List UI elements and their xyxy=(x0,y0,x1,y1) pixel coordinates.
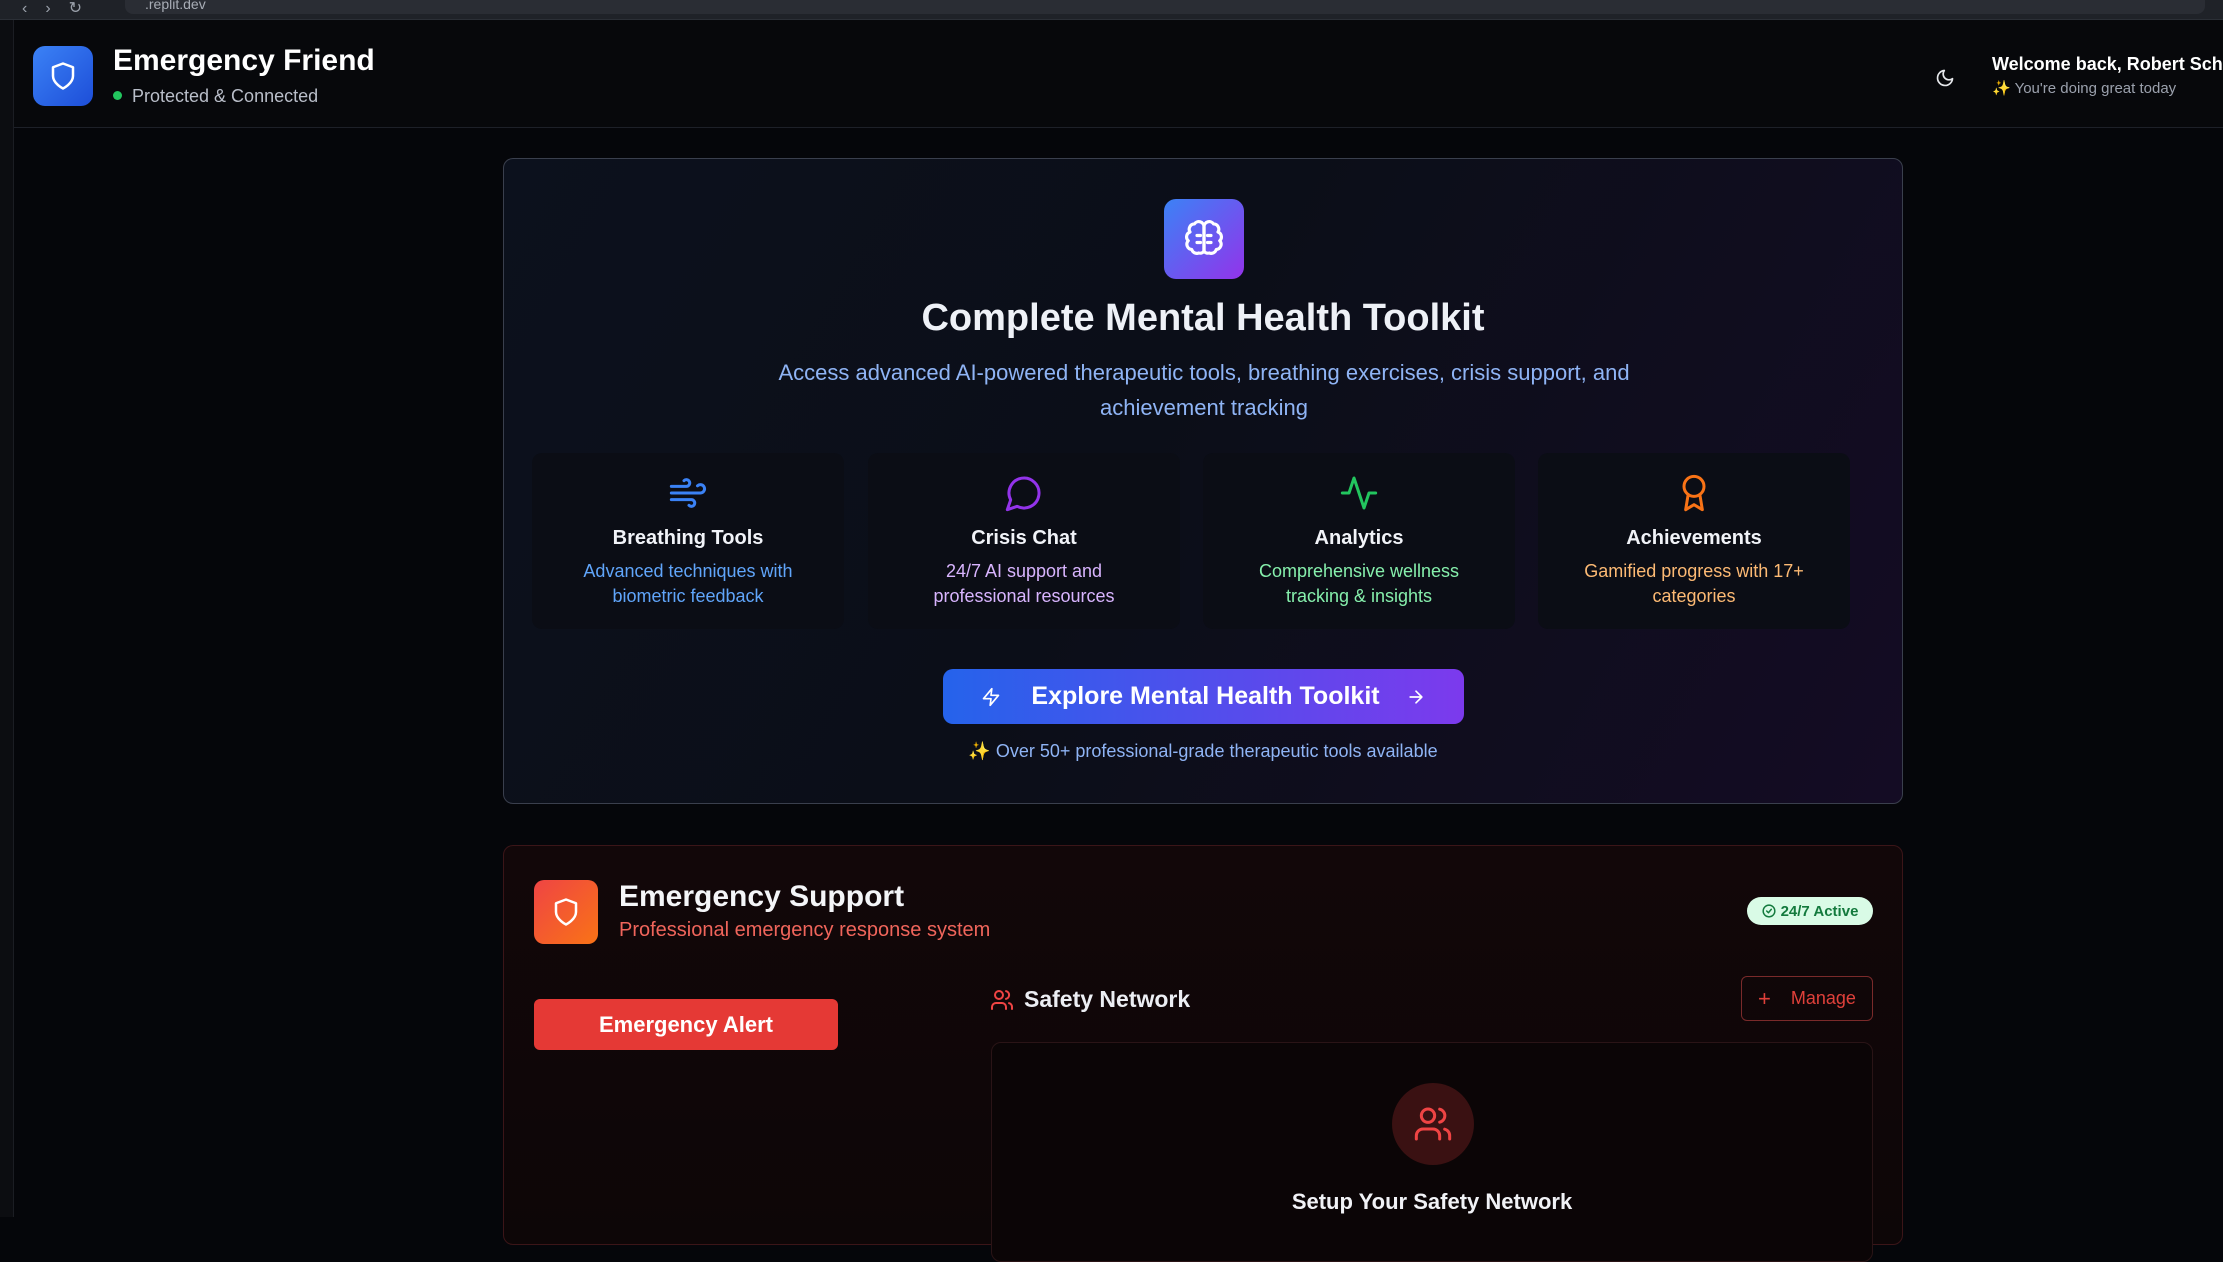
app-title: Emergency Friend xyxy=(113,44,375,77)
status-badge: 24/7 Active xyxy=(1747,897,1873,925)
feature-card-breathing[interactable]: Breathing Tools Advanced techniques with… xyxy=(532,453,844,629)
zap-icon xyxy=(983,687,1000,706)
feature-desc: Advanced techniques with biometric feedb… xyxy=(583,561,793,606)
users-icon xyxy=(991,989,1014,1010)
browser-toolbar: ‹›↻ .replit.dev xyxy=(0,0,2223,20)
explore-button-label: Explore Mental Health Toolkit xyxy=(1031,682,1380,710)
shield-logo-icon xyxy=(33,46,93,106)
feature-card-crisis-chat[interactable]: Crisis Chat 24/7 AI support and professi… xyxy=(868,453,1180,629)
safety-network-heading: Safety Network xyxy=(990,986,1190,1013)
tools-count-note: ✨ Over 50+ professional-grade therapeuti… xyxy=(968,741,1438,761)
status-dot-icon xyxy=(113,90,122,100)
emergency-support-card: Emergency Support Professional emergency… xyxy=(503,845,1903,1262)
feature-card-analytics[interactable]: Analytics Comprehensive wellness trackin… xyxy=(1203,453,1515,629)
moon-icon xyxy=(1936,69,1954,87)
theme-toggle-button[interactable] xyxy=(1927,60,1963,96)
feature-desc: 24/7 AI support and professional resourc… xyxy=(933,561,1115,606)
emergency-alert-button[interactable]: Emergency Alert xyxy=(534,999,838,1050)
check-circle-icon xyxy=(1762,904,1776,918)
activity-icon xyxy=(1340,476,1378,510)
explore-toolkit-button[interactable]: Explore Mental Health Toolkit xyxy=(943,669,1464,724)
address-bar[interactable]: .replit.dev xyxy=(125,0,2205,14)
toolkit-card: Complete Mental Health Toolkit Access ad… xyxy=(503,158,1903,804)
emergency-subtitle: Professional emergency response system xyxy=(619,919,991,941)
feature-desc: Gamified progress with 17+ categories xyxy=(1584,561,1804,606)
plus-icon: + xyxy=(1758,985,1771,1011)
badge-label: 24/7 Active xyxy=(1780,902,1859,920)
welcome-text: Welcome back, Robert Schuelk xyxy=(1992,54,2223,74)
connection-status: Protected & Connected xyxy=(113,86,318,107)
browser-nav-icons[interactable]: ‹›↻ xyxy=(22,0,100,18)
setup-network-title: Setup Your Safety Network xyxy=(1291,1189,1573,1214)
toolkit-description: Access advanced AI-powered therapeutic t… xyxy=(778,360,1630,420)
manage-label: Manage xyxy=(1790,988,1856,1008)
side-rail xyxy=(0,20,14,1217)
feature-title: Achievements xyxy=(1626,527,1762,549)
feature-card-achievements[interactable]: Achievements Gamified progress with 17+ … xyxy=(1538,453,1850,629)
toolkit-title: Complete Mental Health Toolkit xyxy=(921,297,1485,339)
safety-network-title: Safety Network xyxy=(1024,986,1191,1012)
arrow-right-icon xyxy=(1408,689,1423,704)
brain-icon xyxy=(1164,199,1244,279)
shield-icon xyxy=(534,880,598,944)
message-circle-icon xyxy=(1005,476,1041,512)
safety-network-empty-card: Setup Your Safety Network xyxy=(991,1042,1873,1262)
feature-title: Analytics xyxy=(1314,527,1404,549)
app-header: Emergency Friend Protected & Connected W… xyxy=(14,20,2223,128)
welcome-subtext: ✨ You're doing great today xyxy=(1992,80,2177,97)
emergency-title: Emergency Support xyxy=(619,880,905,913)
award-icon xyxy=(1682,474,1706,512)
feature-desc: Comprehensive wellness tracking & insigh… xyxy=(1258,561,1460,606)
users-icon xyxy=(1392,1083,1474,1165)
manage-network-button[interactable]: + Manage xyxy=(1741,976,1873,1021)
wind-icon xyxy=(669,478,707,508)
status-text: Protected & Connected xyxy=(132,86,319,106)
feature-title: Crisis Chat xyxy=(971,527,1077,549)
feature-title: Breathing Tools xyxy=(612,527,764,549)
